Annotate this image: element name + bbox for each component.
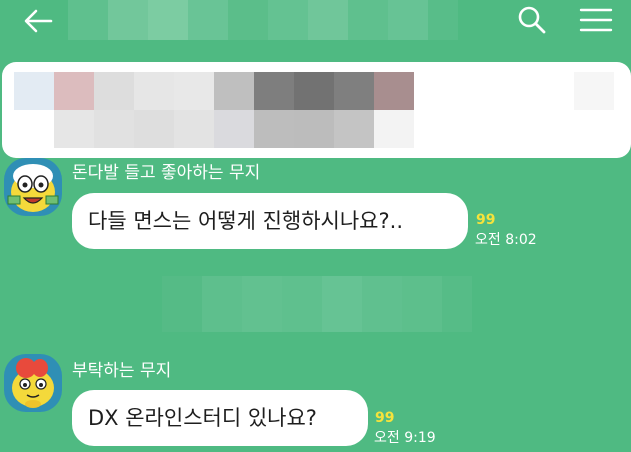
muzi-money-avatar-icon (4, 158, 62, 216)
top-bar (0, 0, 631, 50)
arrow-left-icon (24, 9, 53, 33)
message-time: 오전 8:02 (475, 232, 537, 248)
search-button[interactable] (514, 4, 550, 36)
notice-blurred-line (14, 110, 414, 148)
back-button[interactable] (20, 6, 56, 36)
hamburger-menu-icon (579, 8, 613, 32)
message-time: 오전 9:19 (374, 430, 436, 446)
sender-name[interactable]: 부탁하는 무지 (72, 361, 171, 381)
notice-blurred-line (14, 72, 614, 110)
pinned-notice[interactable] (2, 62, 631, 158)
avatar[interactable] (4, 158, 62, 216)
avatar[interactable] (4, 354, 62, 412)
unread-count: 99 (476, 212, 496, 228)
chat-room-title (68, 0, 458, 40)
menu-button[interactable] (578, 4, 614, 36)
blurred-message (162, 276, 472, 332)
muzi-pleading-avatar-icon (4, 354, 62, 412)
sender-name[interactable]: 돈다발 들고 좋아하는 무지 (72, 163, 260, 183)
unread-count: 99 (375, 410, 395, 426)
message-bubble[interactable]: DX 온라인스터디 있나요? (72, 390, 368, 446)
message-bubble[interactable]: 다들 면스는 어떻게 진행하시나요?.. (72, 193, 468, 249)
search-icon (518, 6, 546, 34)
